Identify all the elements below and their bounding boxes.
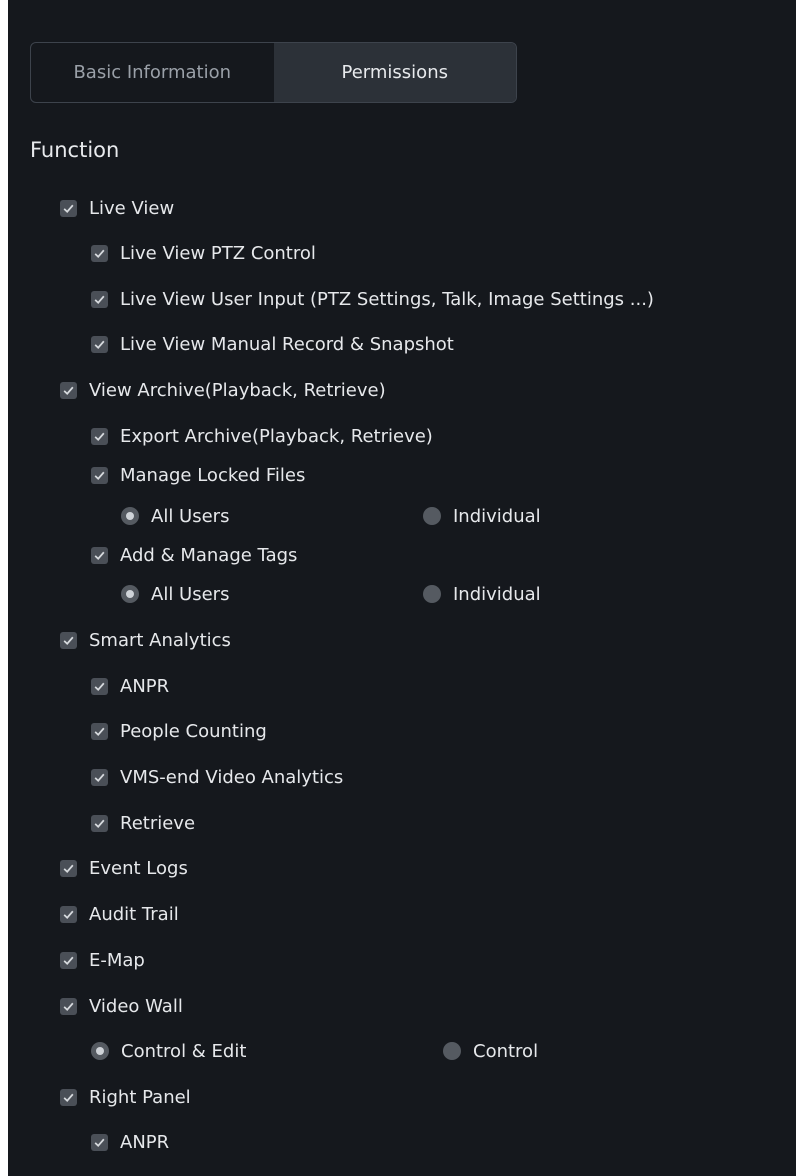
perm-label: Event Logs — [89, 857, 188, 879]
perm-live-view-user-input: Live View User Input (PTZ Settings, Talk… — [91, 285, 654, 313]
perm-view-archive: View Archive(Playback, Retrieve) — [60, 376, 386, 404]
tab-basic-information[interactable]: Basic Information — [31, 43, 274, 102]
checkmark-icon — [94, 773, 105, 782]
checkmark-icon — [63, 864, 74, 873]
perm-export-archive: Export Archive(Playback, Retrieve) — [91, 422, 433, 450]
checkmark-icon — [94, 682, 105, 691]
checkmark-icon — [63, 204, 74, 213]
tab-bar: Basic Information Permissions — [30, 42, 517, 103]
radio-tags-individual[interactable] — [423, 585, 441, 603]
tab-permissions[interactable]: Permissions — [273, 43, 516, 102]
checkmark-icon — [63, 386, 74, 395]
checkbox-live-view-user-input[interactable] — [91, 290, 108, 308]
checkbox-live-view[interactable] — [60, 199, 77, 217]
perm-label: Audit Trail — [89, 903, 179, 925]
perm-label: Smart Analytics — [89, 629, 231, 651]
perm-label: Live View Manual Record & Snapshot — [120, 333, 454, 355]
checkbox-vms-analytics[interactable] — [91, 768, 108, 786]
perm-retrieve: Retrieve — [91, 809, 195, 837]
perm-label: Video Wall — [89, 995, 183, 1017]
perm-label: Export Archive(Playback, Retrieve) — [120, 425, 433, 447]
perm-right-panel: Right Panel — [60, 1083, 191, 1111]
perm-event-logs: Event Logs — [60, 854, 188, 882]
perm-rp-anpr: ANPR — [91, 1128, 169, 1156]
perm-label: Retrieve — [120, 812, 196, 834]
option-vw-control: Control — [443, 1037, 538, 1065]
checkmark-icon — [63, 1002, 74, 1011]
checkmark-icon — [94, 249, 105, 258]
perm-label: Right Panel — [89, 1086, 191, 1108]
checkbox-event-logs[interactable] — [60, 859, 77, 877]
checkmark-icon — [94, 727, 105, 736]
perm-e-map: E-Map — [60, 946, 145, 974]
section-title-function: Function — [30, 138, 120, 162]
perm-label: Live View — [89, 197, 175, 219]
radio-locked-individual[interactable] — [423, 507, 441, 525]
permissions-panel: Basic Information Permissions Function L… — [8, 0, 796, 1176]
checkmark-icon — [63, 636, 74, 645]
checkbox-view-archive[interactable] — [60, 381, 77, 399]
perm-audit-trail: Audit Trail — [60, 900, 179, 928]
checkmark-icon — [63, 956, 74, 965]
perm-label: ANPR — [120, 675, 170, 697]
perm-anpr: ANPR — [91, 672, 169, 700]
perm-add-manage-tags: Add & Manage Tags — [91, 541, 297, 569]
option-label: All Users — [151, 505, 230, 527]
radio-tags-all-users[interactable] — [121, 585, 139, 603]
checkbox-anpr[interactable] — [91, 677, 108, 695]
option-tags-all-users: All Users — [121, 580, 229, 608]
checkmark-icon — [94, 471, 105, 480]
option-label: Control & Edit — [121, 1040, 247, 1062]
perm-video-wall: Video Wall — [60, 992, 183, 1020]
checkbox-export-archive[interactable] — [91, 427, 108, 445]
perm-label: E-Map — [89, 949, 145, 971]
checkbox-live-view-ptz[interactable] — [91, 244, 108, 262]
checkmark-icon — [63, 910, 74, 919]
radio-locked-all-users[interactable] — [121, 507, 139, 525]
radio-vw-control-edit[interactable] — [91, 1042, 109, 1060]
checkbox-smart-analytics[interactable] — [60, 631, 77, 649]
checkmark-icon — [94, 819, 105, 828]
checkbox-retrieve[interactable] — [91, 814, 108, 832]
checkbox-audit-trail[interactable] — [60, 905, 77, 923]
perm-vms-analytics: VMS-end Video Analytics — [91, 763, 343, 791]
option-locked-all-users: All Users — [121, 502, 229, 530]
option-vw-control-edit: Control & Edit — [91, 1037, 246, 1065]
perm-people-counting: People Counting — [91, 717, 267, 745]
option-tags-individual: Individual — [423, 580, 541, 608]
checkbox-manage-locked-files[interactable] — [91, 466, 108, 484]
checkmark-icon — [94, 432, 105, 441]
option-label: Individual — [453, 583, 541, 605]
checkmark-icon — [94, 551, 105, 560]
perm-label: People Counting — [120, 720, 267, 742]
option-label: Individual — [453, 505, 541, 527]
perm-live-view: Live View — [60, 194, 174, 222]
option-label: Control — [473, 1040, 539, 1062]
checkbox-rp-anpr[interactable] — [91, 1133, 108, 1151]
checkbox-video-wall[interactable] — [60, 997, 77, 1015]
perm-label: ANPR — [120, 1131, 170, 1153]
perm-live-view-manual-record: Live View Manual Record & Snapshot — [91, 330, 454, 358]
perm-label: View Archive(Playback, Retrieve) — [89, 379, 386, 401]
perm-label: Manage Locked Files — [120, 464, 306, 486]
checkbox-add-manage-tags[interactable] — [91, 546, 108, 564]
perm-label: VMS-end Video Analytics — [120, 766, 344, 788]
checkbox-e-map[interactable] — [60, 951, 77, 969]
checkmark-icon — [94, 295, 105, 304]
perm-smart-analytics: Smart Analytics — [60, 626, 231, 654]
checkbox-live-view-manual-record[interactable] — [91, 335, 108, 353]
checkmark-icon — [94, 340, 105, 349]
perm-live-view-ptz: Live View PTZ Control — [91, 239, 316, 267]
perm-manage-locked-files: Manage Locked Files — [91, 461, 305, 489]
option-locked-individual: Individual — [423, 502, 541, 530]
checkbox-people-counting[interactable] — [91, 722, 108, 740]
radio-vw-control[interactable] — [443, 1042, 461, 1060]
perm-label: Live View PTZ Control — [120, 242, 316, 264]
checkbox-right-panel[interactable] — [60, 1088, 77, 1106]
perm-label: Live View User Input (PTZ Settings, Talk… — [120, 288, 654, 310]
perm-label: Add & Manage Tags — [120, 544, 298, 566]
checkmark-icon — [63, 1093, 74, 1102]
checkmark-icon — [94, 1138, 105, 1147]
option-label: All Users — [151, 583, 230, 605]
